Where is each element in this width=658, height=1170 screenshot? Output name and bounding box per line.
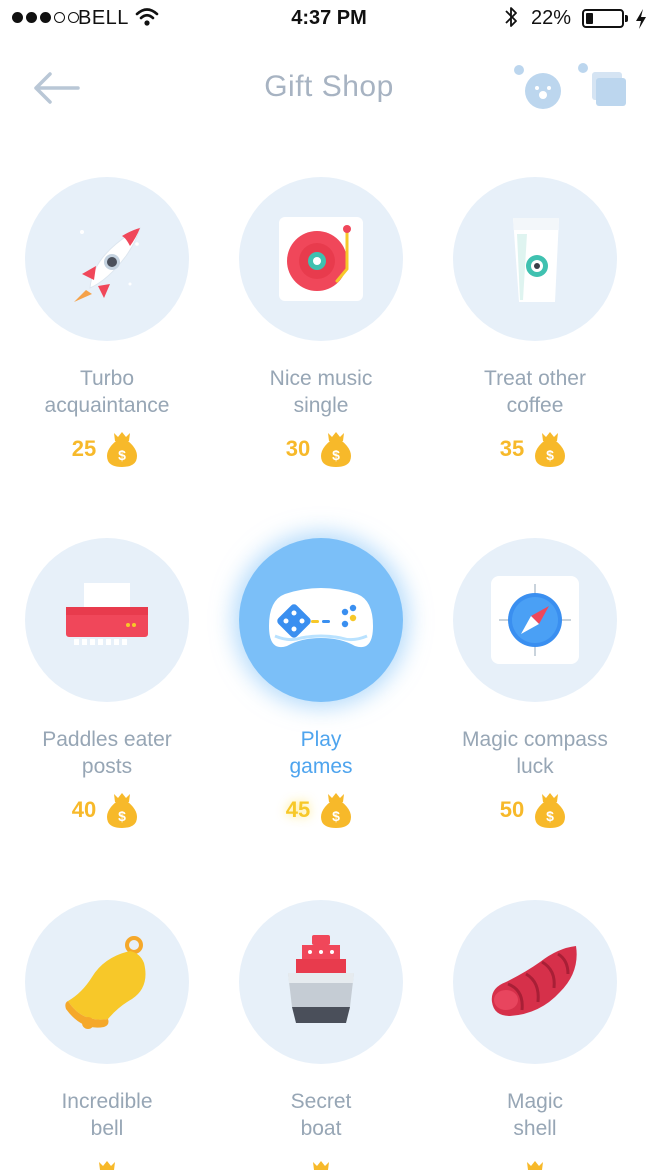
gift-item[interactable]: Secret boat $ (214, 900, 428, 1170)
money-bag-icon: $ (535, 793, 566, 828)
gift-label-line2: posts (81, 755, 133, 778)
price-value: 45 (285, 797, 311, 822)
gift-label-line1: Paddles eater (42, 728, 172, 751)
gift-label-line2: coffee (506, 394, 564, 417)
gift-label: Magic shell (428, 1088, 642, 1142)
gift-price: $ (214, 1158, 428, 1170)
gift-label: Play games (214, 726, 428, 780)
gift-price: 25 $ (0, 429, 214, 469)
money-bag-icon: $ (527, 1161, 543, 1170)
svg-text:$: $ (118, 808, 126, 824)
gift-circle[interactable] (453, 538, 617, 702)
gift-label-line1: Incredible (61, 1090, 153, 1113)
gift-item[interactable]: Play games 45 $ (214, 538, 428, 838)
gift-item[interactable]: Magic shell $ (428, 900, 642, 1170)
money-bag-icon: $ (535, 432, 566, 467)
money-bag-icon: $ (107, 793, 138, 828)
compass-icon (487, 572, 583, 668)
battery-tip (625, 15, 628, 22)
coffee-cup-icon (487, 204, 583, 314)
gift-label-line1: Magic (506, 1090, 564, 1113)
gamepad-icon (261, 580, 381, 660)
stacked-cards-icon[interactable] (574, 62, 630, 112)
status-bar: BELL 4:37 PM 22% (0, 0, 658, 38)
money-bag-icon: $ (321, 432, 352, 467)
svg-text:$: $ (332, 808, 340, 824)
gift-price: $ (428, 1158, 642, 1170)
svg-text:$: $ (546, 447, 554, 463)
gift-label-line1: Play (300, 728, 342, 751)
bell-icon (52, 927, 162, 1037)
gift-label-line1: Treat other (484, 367, 586, 390)
money-bag-icon: $ (99, 1161, 115, 1170)
gift-label: Secret boat (214, 1088, 428, 1142)
gift-price: 50 $ (428, 790, 642, 830)
gift-circle[interactable] (239, 900, 403, 1064)
gift-price: $ (0, 1158, 214, 1170)
gift-circle[interactable] (25, 177, 189, 341)
gift-item[interactable]: Nice music single 30 $ (214, 177, 428, 477)
gift-label-line1: Secret (290, 1090, 352, 1113)
bluetooth-icon (505, 7, 517, 27)
gift-label: Incredible bell (0, 1088, 214, 1142)
gift-label-line2: luck (516, 755, 554, 778)
money-bag-icon: $ (321, 793, 352, 828)
gift-label-line2: bell (90, 1117, 124, 1140)
price-value: 50 (499, 797, 525, 822)
gift-item[interactable]: Magic compass luck 50 $ (428, 538, 642, 838)
gift-circle[interactable] (453, 900, 617, 1064)
gift-price: 35 $ (428, 429, 642, 469)
gift-price: 45 $ (214, 790, 428, 830)
money-bag-icon: $ (107, 432, 138, 467)
money-bag-icon: $ (313, 1161, 329, 1170)
gift-price: 30 $ (214, 429, 428, 469)
gift-label-line1: Magic compass (462, 728, 608, 751)
battery-fill (586, 13, 594, 24)
gift-circle[interactable] (25, 900, 189, 1064)
shredder-icon (52, 575, 162, 665)
record-player-icon (273, 211, 369, 307)
gift-label-line2: shell (513, 1117, 557, 1140)
gift-circle[interactable] (239, 538, 403, 702)
gift-item[interactable]: Treat other coffee 35 $ (428, 177, 642, 477)
price-value: 30 (285, 436, 311, 461)
gift-label-line2: acquaintance (44, 394, 170, 417)
price-value: 25 (71, 436, 97, 461)
svg-text:$: $ (118, 447, 126, 463)
gift-label-line2: games (289, 755, 353, 778)
charging-icon (636, 9, 646, 29)
nav-bar: Gift Shop (0, 50, 658, 130)
svg-text:$: $ (546, 808, 554, 824)
battery-icon (582, 9, 624, 28)
svg-text:$: $ (332, 447, 340, 463)
shell-icon (480, 932, 590, 1032)
gift-label: Turbo acquaintance (0, 365, 214, 419)
gift-label-line1: Nice music (269, 367, 373, 390)
gift-item[interactable]: Incredible bell $ (0, 900, 214, 1170)
gift-label-line2: single (293, 394, 349, 417)
gift-item[interactable]: Turbo acquaintance 25 $ (0, 177, 214, 477)
gift-item[interactable]: Paddles eater posts 40 $ (0, 538, 214, 838)
price-value: 40 (71, 797, 97, 822)
battery-percent: 22% (531, 7, 572, 29)
gift-label: Paddles eater posts (0, 726, 214, 780)
rocket-icon (52, 204, 162, 314)
gift-price: 40 $ (0, 790, 214, 830)
ship-icon (276, 927, 366, 1037)
price-value: 35 (499, 436, 525, 461)
gift-circle[interactable] (239, 177, 403, 341)
gift-label: Nice music single (214, 365, 428, 419)
gift-label-line2: boat (300, 1117, 342, 1140)
gift-label-line1: Turbo (79, 367, 135, 390)
gift-label: Treat other coffee (428, 365, 642, 419)
face-icon[interactable] (510, 62, 566, 112)
gift-label: Magic compass luck (428, 726, 642, 780)
gift-circle[interactable] (25, 538, 189, 702)
gift-circle[interactable] (453, 177, 617, 341)
